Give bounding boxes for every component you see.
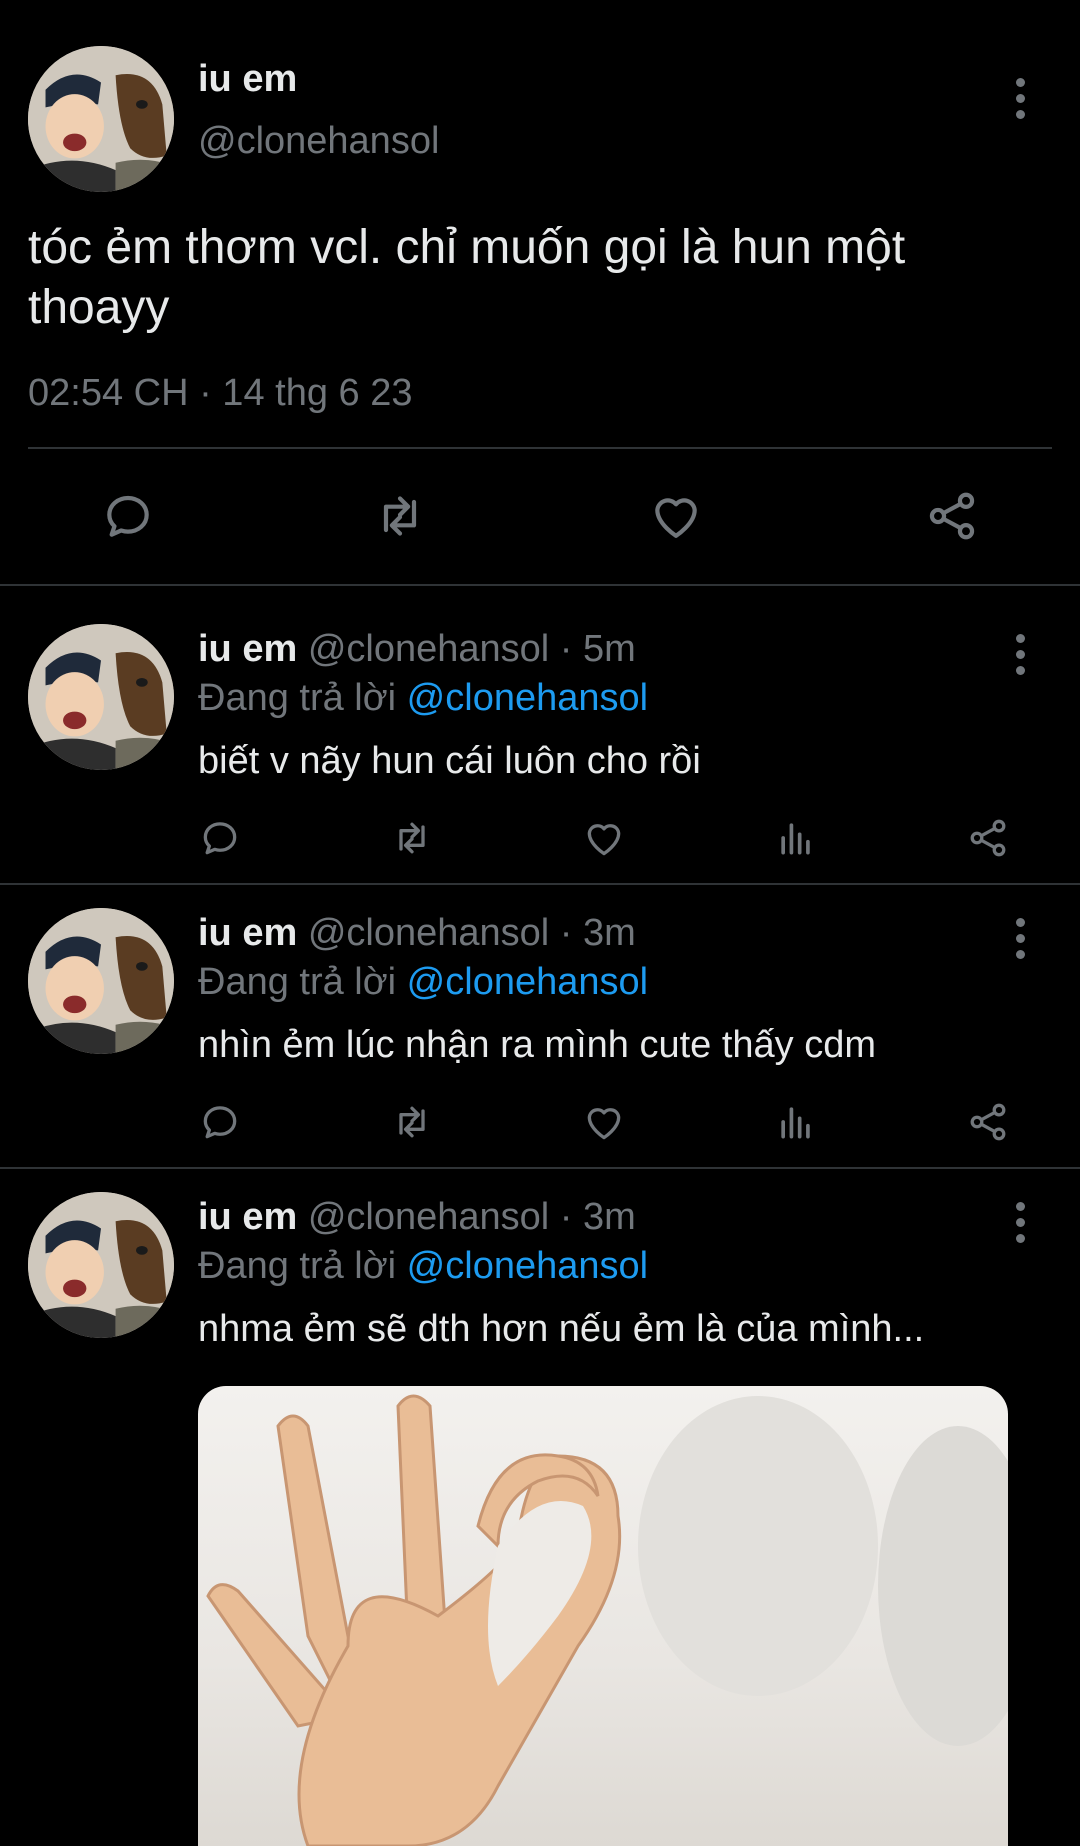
avatar[interactable] bbox=[28, 624, 174, 770]
reply-icon[interactable] bbox=[100, 488, 156, 544]
display-name[interactable]: iu em bbox=[198, 628, 297, 670]
tweet-text-line: thoayy bbox=[28, 281, 170, 334]
share-icon[interactable] bbox=[966, 1100, 1010, 1144]
replying-prefix: Đang trả lời bbox=[198, 961, 397, 1003]
like-icon[interactable] bbox=[648, 488, 704, 544]
handle[interactable]: @clonehansol bbox=[198, 120, 439, 163]
display-name[interactable]: iu em bbox=[198, 912, 297, 954]
tweet-text-line: tóc ẻm thơm vcl. chỉ muốn gọi là hun một bbox=[28, 221, 906, 274]
divider bbox=[0, 883, 1080, 885]
reply-header: iu em @clonehansol · 5m bbox=[198, 628, 636, 671]
mention-link[interactable]: @clonehansol bbox=[407, 677, 648, 719]
analytics-icon[interactable] bbox=[774, 816, 818, 860]
tweet-text: tóc ẻm thơm vcl. chỉ muốn gọi là hun một… bbox=[28, 218, 905, 338]
replying-to: Đang trả lời @clonehansol bbox=[198, 677, 648, 720]
display-name[interactable]: iu em bbox=[198, 58, 297, 101]
retweet-icon[interactable] bbox=[372, 488, 428, 544]
handle-time[interactable]: @clonehansol · 5m bbox=[308, 628, 636, 670]
replying-to: Đang trả lời @clonehansol bbox=[198, 961, 648, 1004]
divider bbox=[0, 584, 1080, 586]
more-icon[interactable] bbox=[1016, 78, 1026, 126]
reply-header: iu em @clonehansol · 3m bbox=[198, 1196, 636, 1239]
analytics-icon[interactable] bbox=[774, 1100, 818, 1144]
reply-header: iu em @clonehansol · 3m bbox=[198, 912, 636, 955]
handle-time[interactable]: @clonehansol · 3m bbox=[308, 912, 636, 954]
more-icon[interactable] bbox=[1016, 918, 1026, 966]
more-icon[interactable] bbox=[1016, 1202, 1026, 1250]
avatar[interactable] bbox=[28, 908, 174, 1054]
like-icon[interactable] bbox=[582, 1100, 626, 1144]
mention-link[interactable]: @clonehansol bbox=[407, 1245, 648, 1287]
avatar[interactable] bbox=[28, 46, 174, 192]
replying-prefix: Đang trả lời bbox=[198, 1245, 397, 1287]
handle-time[interactable]: @clonehansol · 3m bbox=[308, 1196, 636, 1238]
reply-text: biết v nãy hun cái luôn cho rồi bbox=[198, 740, 701, 782]
avatar[interactable] bbox=[28, 1192, 174, 1338]
timestamp[interactable]: 02:54 CH · 14 thg 6 23 bbox=[28, 372, 412, 415]
divider bbox=[28, 447, 1052, 449]
reply-text: nhìn ẻm lúc nhận ra mình cute thấy cdm bbox=[198, 1024, 877, 1066]
display-name[interactable]: iu em bbox=[198, 1196, 297, 1238]
share-icon[interactable] bbox=[924, 488, 980, 544]
divider bbox=[0, 1167, 1080, 1169]
share-icon[interactable] bbox=[966, 816, 1010, 860]
retweet-icon[interactable] bbox=[390, 1100, 434, 1144]
replying-to: Đang trả lời @clonehansol bbox=[198, 1245, 648, 1288]
mention-link[interactable]: @clonehansol bbox=[407, 961, 648, 1003]
media-image[interactable] bbox=[198, 1386, 1008, 1846]
reply-text: nhma ẻm sẽ dth hơn nếu ẻm là của mình... bbox=[198, 1308, 925, 1350]
reply-icon[interactable] bbox=[198, 816, 242, 860]
more-icon[interactable] bbox=[1016, 634, 1026, 682]
like-icon[interactable] bbox=[582, 816, 626, 860]
replying-prefix: Đang trả lời bbox=[198, 677, 397, 719]
retweet-icon[interactable] bbox=[390, 816, 434, 860]
reply-icon[interactable] bbox=[198, 1100, 242, 1144]
